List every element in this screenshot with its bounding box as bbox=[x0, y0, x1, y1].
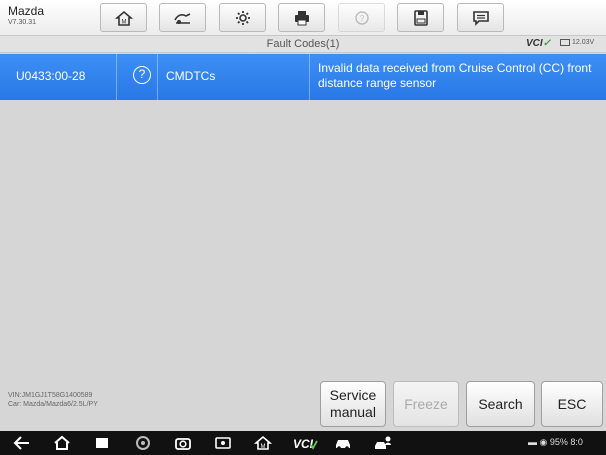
remote-expert-button[interactable] bbox=[373, 434, 393, 452]
vci-connected-icon: ✓ bbox=[542, 38, 552, 49]
vci-indicator: VCI✓ bbox=[526, 38, 551, 49]
clock: 8:0 bbox=[570, 437, 583, 447]
car-person-icon bbox=[375, 436, 391, 449]
column-divider bbox=[116, 54, 117, 100]
svg-text:?: ? bbox=[359, 14, 364, 23]
wifi-icon: ◉ bbox=[539, 437, 548, 447]
page-title: Fault Codes(1) bbox=[266, 38, 340, 50]
brand-name: Mazda bbox=[8, 4, 45, 18]
table-row[interactable]: U0433:00-28 ? CMDTCs Invalid data receiv… bbox=[0, 54, 606, 100]
maxisys-home-button[interactable]: M bbox=[253, 434, 273, 452]
home-button[interactable]: M bbox=[100, 3, 147, 32]
browser-button[interactable] bbox=[133, 434, 153, 452]
chat-icon bbox=[472, 10, 489, 26]
column-divider bbox=[157, 54, 158, 100]
svg-text:M: M bbox=[261, 444, 266, 450]
help-button[interactable]: ? bbox=[338, 3, 385, 32]
save-icon bbox=[413, 9, 428, 26]
vci-label: VCI bbox=[526, 38, 543, 49]
vci-icon: VCI bbox=[293, 437, 318, 451]
vehicle-swap-button[interactable] bbox=[159, 3, 206, 32]
vin-text: VIN:JM1GJ1T58G1400589 bbox=[8, 392, 93, 399]
column-divider bbox=[309, 54, 310, 100]
print-button[interactable] bbox=[278, 3, 325, 32]
settings-button[interactable] bbox=[219, 3, 266, 32]
service-manual-label-line1: Service bbox=[329, 387, 377, 403]
voltage-value: 12.03V bbox=[572, 39, 595, 46]
fault-code: U0433:00-28 bbox=[16, 69, 86, 83]
back-button[interactable] bbox=[12, 434, 32, 452]
android-home-button[interactable] bbox=[52, 434, 72, 452]
house-icon bbox=[54, 435, 70, 450]
printer-icon bbox=[294, 10, 309, 25]
screen-record-icon bbox=[215, 437, 231, 449]
camera-button[interactable] bbox=[173, 434, 193, 452]
back-arrow-icon bbox=[13, 436, 29, 450]
freeze-label: Freeze bbox=[404, 395, 448, 412]
freeze-button[interactable]: Freeze bbox=[393, 381, 459, 427]
screen-record-button[interactable] bbox=[213, 434, 233, 452]
service-manual-button[interactable]: Service manual bbox=[320, 381, 386, 427]
system-nav-bar: M VCI ▬ ◉ 95% 8:0 bbox=[0, 431, 606, 455]
esc-button[interactable]: ESC bbox=[541, 381, 603, 427]
software-version: V7.30.31 bbox=[8, 19, 37, 26]
svg-text:M: M bbox=[121, 19, 126, 25]
car-icon bbox=[336, 440, 350, 450]
fault-status: CMDTCs bbox=[166, 69, 216, 83]
brand-block: Mazda V7.30.31 bbox=[8, 4, 88, 28]
help-circle-icon[interactable]: ? bbox=[133, 66, 151, 84]
camera-icon bbox=[175, 438, 191, 450]
recent-apps-icon bbox=[96, 438, 108, 448]
system-status-area: ▬ ◉ 95% 8:0 bbox=[528, 437, 583, 448]
notification-icon: ▬ bbox=[528, 437, 537, 447]
top-toolbar: Mazda V7.30.31 M ? bbox=[0, 0, 606, 36]
maxisys-home-icon: M bbox=[254, 435, 272, 450]
fault-description: Invalid data received from Cruise Contro… bbox=[318, 61, 592, 90]
battery-icon bbox=[560, 39, 570, 46]
car-text: Car: Mazda/Mazda6/2.5L/PY bbox=[8, 401, 98, 408]
shop-manager-button[interactable] bbox=[333, 434, 353, 452]
search-button[interactable]: Search bbox=[466, 381, 535, 427]
vci-manager-button[interactable]: VCI bbox=[292, 434, 318, 452]
help-icon: ? bbox=[354, 10, 369, 25]
service-manual-label-line2: manual bbox=[330, 404, 376, 420]
home-icon: M bbox=[114, 10, 133, 26]
battery-level: 95% bbox=[549, 437, 568, 447]
svg-text:VCI: VCI bbox=[293, 437, 314, 451]
recent-apps-button[interactable] bbox=[92, 434, 112, 452]
chat-button[interactable] bbox=[457, 3, 504, 32]
gear-icon bbox=[235, 10, 250, 25]
vehicle-swap-icon bbox=[173, 12, 190, 24]
vehicle-info: VIN:JM1GJ1T58G1400589 Car: Mazda/Mazda6/… bbox=[8, 391, 98, 409]
search-label: Search bbox=[478, 395, 523, 412]
status-strip: Fault Codes(1) VCI✓ 12.03V bbox=[0, 36, 606, 53]
voltage-indicator: 12.03V bbox=[560, 39, 594, 46]
esc-label: ESC bbox=[557, 395, 587, 412]
save-button[interactable] bbox=[397, 3, 444, 32]
browser-icon bbox=[136, 436, 150, 450]
